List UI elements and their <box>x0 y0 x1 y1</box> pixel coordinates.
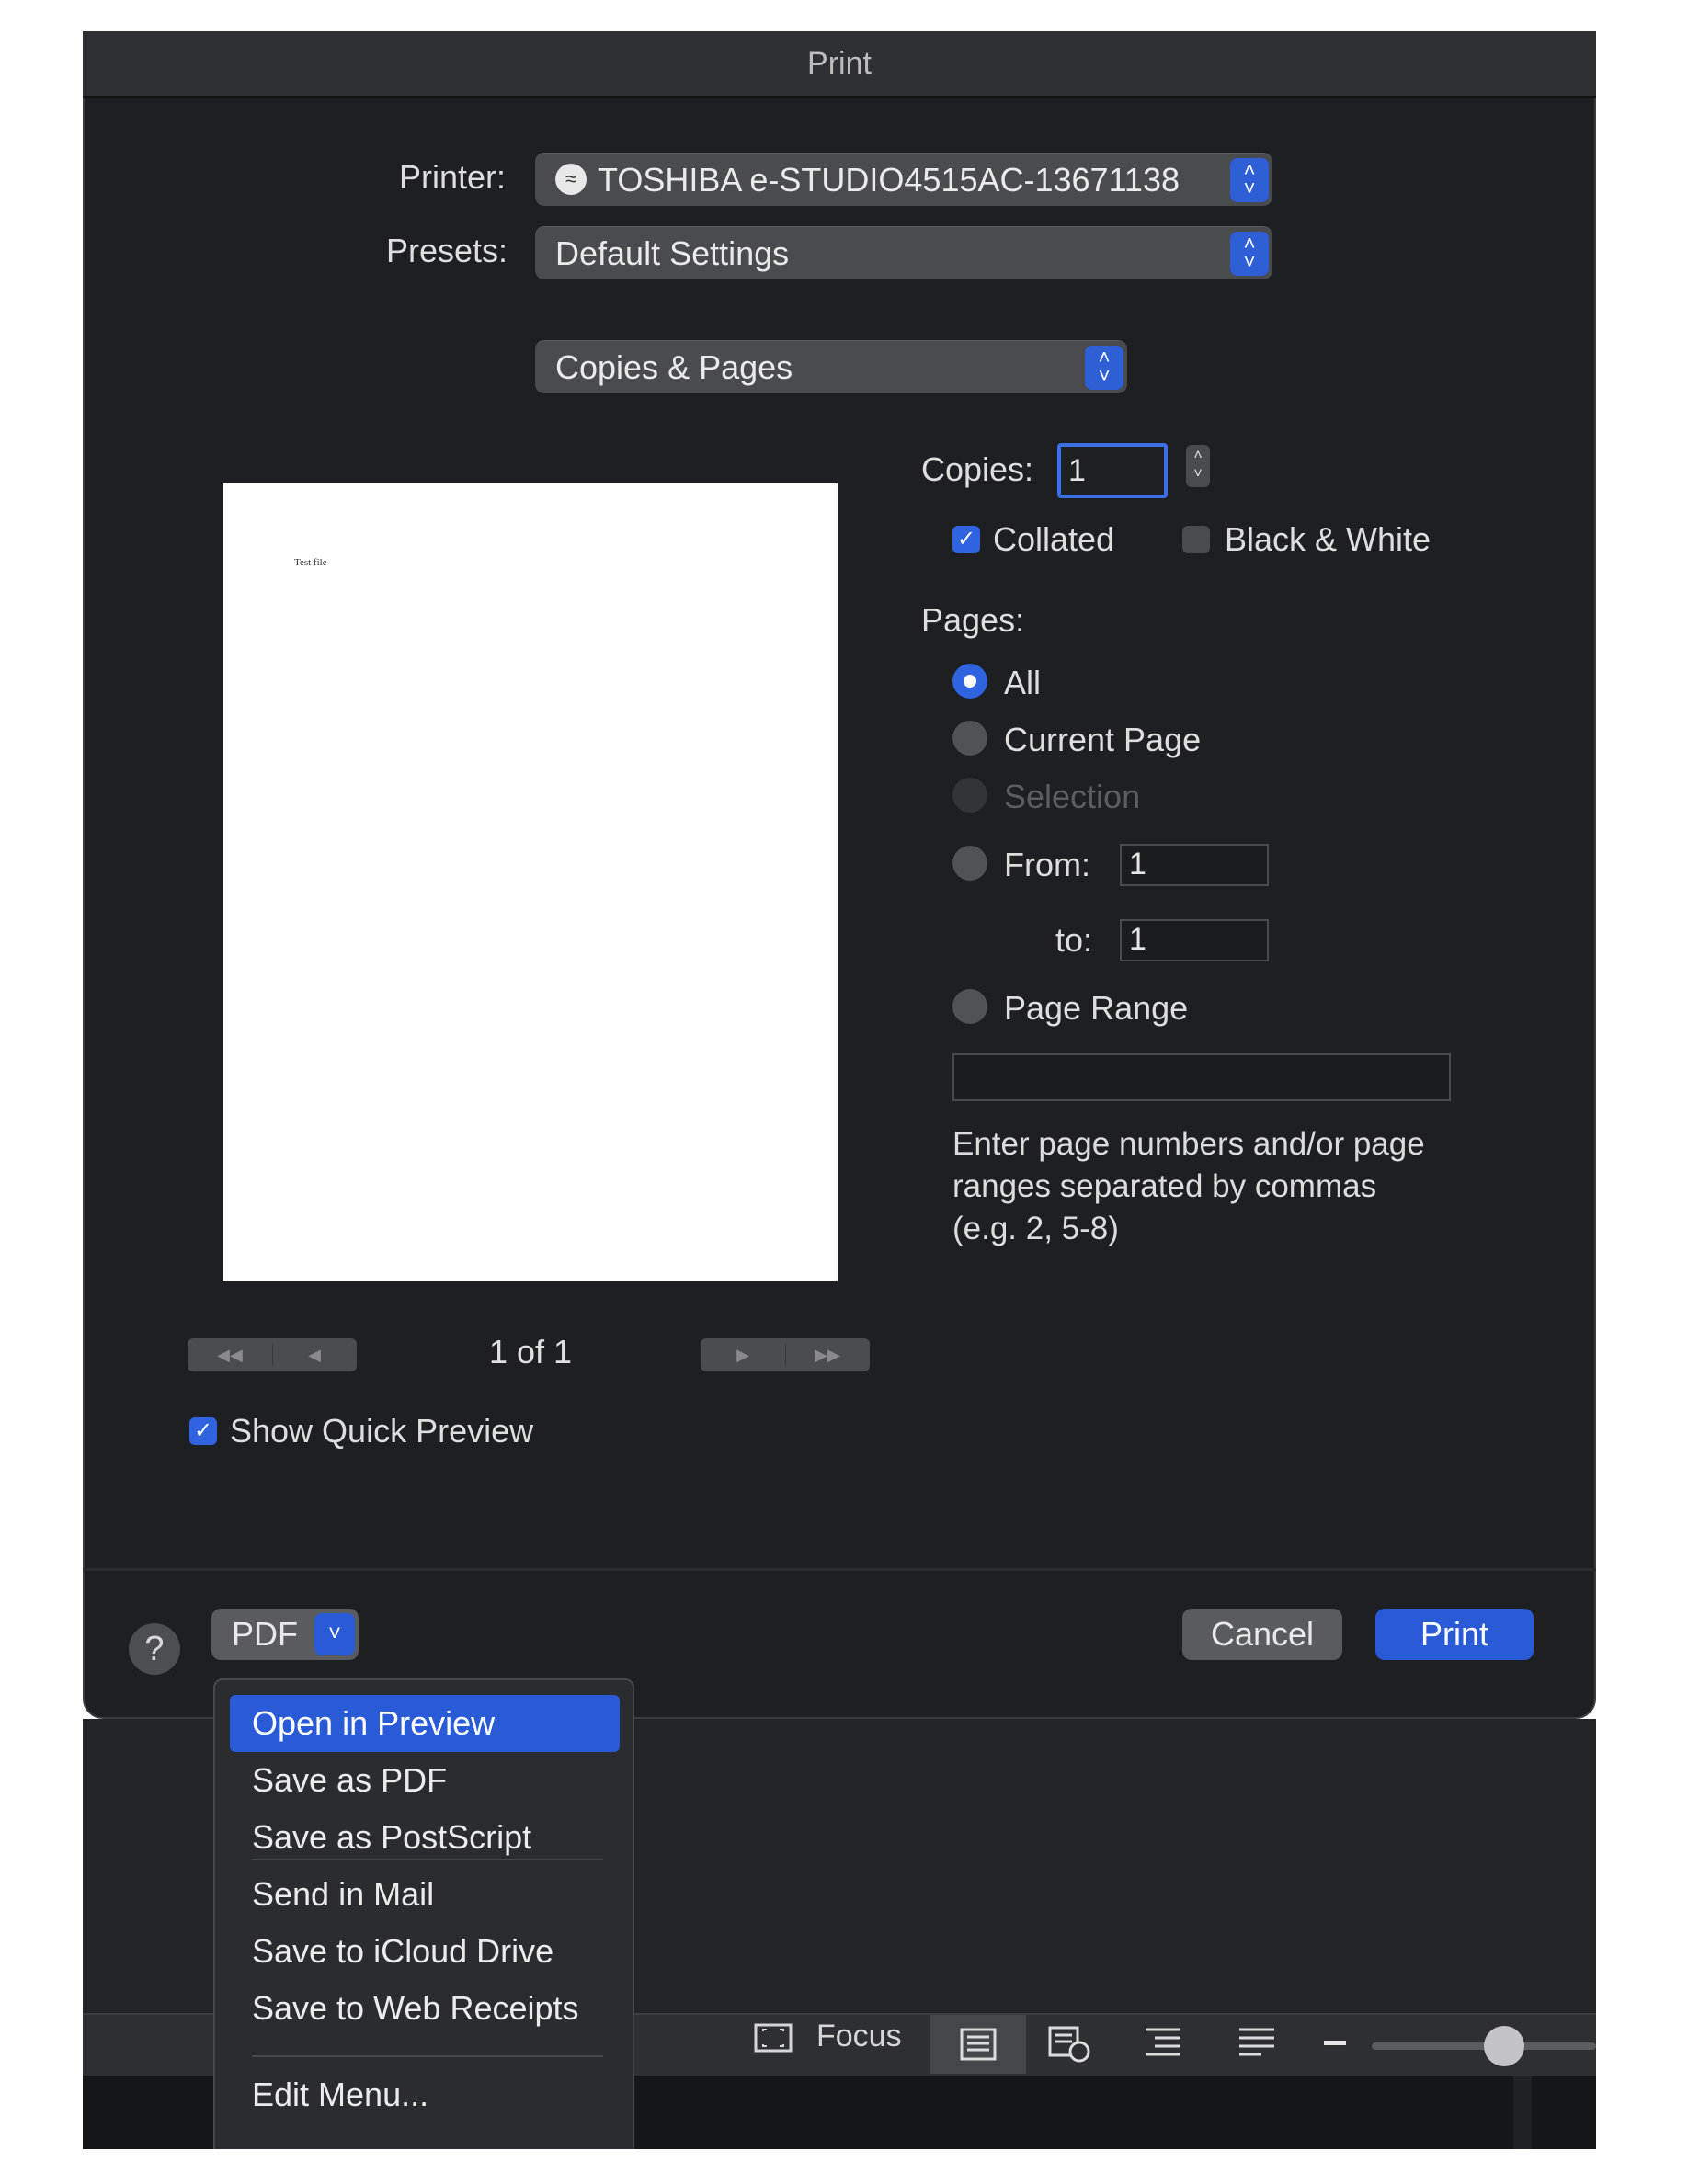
radio-from[interactable] <box>952 846 987 881</box>
focus-label[interactable]: Focus <box>816 2019 902 2054</box>
section-popup[interactable]: Copies & Pages ˄ ˅ <box>535 340 1127 393</box>
to-page-input[interactable]: 1 <box>1120 919 1269 961</box>
first-page-icon[interactable]: ◀◀ <box>188 1338 272 1371</box>
menu-item-send-in-mail[interactable]: Send in Mail <box>230 1866 620 1923</box>
section-value: Copies & Pages <box>555 348 793 386</box>
printer-label: Printer: <box>399 158 507 196</box>
window-title: Print <box>83 31 1596 98</box>
pdf-dropdown-menu: Open in Preview Save as PDF Save as Post… <box>213 1678 634 2156</box>
presets-label: Presets: <box>386 232 508 269</box>
section-stepper-icon: ˄ ˅ <box>1085 346 1123 390</box>
footer-divider <box>83 1568 1596 1571</box>
preview-forward-buttons[interactable]: ▶ ▶▶ <box>701 1338 870 1371</box>
menu-separator <box>252 2055 603 2057</box>
focus-icon[interactable] <box>754 2022 793 2062</box>
page-indicator: 1 of 1 <box>489 1333 573 1371</box>
printer-value: TOSHIBA e-STUDIO4515AC-13671138 <box>598 161 1180 199</box>
page-range-input[interactable] <box>952 1053 1451 1101</box>
radio-all[interactable] <box>952 664 987 699</box>
menu-item-open-in-preview[interactable]: Open in Preview <box>230 1695 620 1752</box>
menu-item-save-as-pdf[interactable]: Save as PDF <box>230 1752 620 1809</box>
radio-from-label: From: <box>1004 846 1090 883</box>
radio-current-page[interactable] <box>952 721 987 756</box>
presets-popup[interactable]: Default Settings ˄ ˅ <box>535 226 1272 279</box>
view-page-button[interactable] <box>930 2015 1026 2074</box>
radio-page-range[interactable] <box>952 989 987 1024</box>
menu-separator <box>252 1859 603 1860</box>
pdf-menu-button[interactable]: PDF ˅ <box>211 1609 359 1660</box>
outline-icon[interactable] <box>1144 2026 1184 2064</box>
radio-selection-label: Selection <box>1004 778 1141 815</box>
preview-document-text: Test file <box>294 557 327 568</box>
chevron-down-icon: ˅ <box>314 1613 355 1655</box>
menu-item-save-as-postscript[interactable]: Save as PostScript <box>230 1809 620 1866</box>
page-margin <box>0 2149 1688 2184</box>
from-page-input[interactable]: 1 <box>1120 844 1269 886</box>
help-button[interactable]: ? <box>129 1623 180 1675</box>
printer-stepper-icon: ˄ ˅ <box>1230 158 1269 202</box>
menu-item-save-to-web-receipts[interactable]: Save to Web Receipts <box>230 1980 620 2037</box>
radio-all-label: All <box>1004 664 1042 701</box>
to-label: to: <box>1055 921 1093 959</box>
last-page-icon[interactable]: ▶▶ <box>785 1338 870 1371</box>
radio-page-range-label: Page Range <box>1004 989 1189 1027</box>
next-page-icon[interactable]: ▶ <box>701 1338 785 1371</box>
page-range-hint: Enter page numbers and/or page ranges se… <box>952 1126 1425 1246</box>
document-settings-icon[interactable] <box>1048 2026 1090 2067</box>
radio-current-page-label: Current Page <box>1004 721 1202 758</box>
menu-item-save-to-icloud-drive[interactable]: Save to iCloud Drive <box>230 1923 620 1980</box>
collated-label: Collated <box>993 520 1115 558</box>
black-white-label: Black & White <box>1225 520 1431 558</box>
printer-popup[interactable]: ≈ TOSHIBA e-STUDIO4515AC-13671138 ˄ ˅ <box>535 153 1272 206</box>
printer-status-icon: ≈ <box>555 164 587 196</box>
previous-page-icon[interactable]: ◀ <box>272 1338 357 1371</box>
cancel-button[interactable]: Cancel <box>1182 1609 1342 1660</box>
zoom-slider-knob[interactable] <box>1484 2026 1524 2066</box>
presets-value: Default Settings <box>555 234 790 272</box>
radio-selection <box>952 778 987 813</box>
preview-back-buttons[interactable]: ◀◀ ◀ <box>188 1338 357 1371</box>
black-white-checkbox[interactable] <box>1182 526 1210 553</box>
collated-checkbox[interactable]: ✓ <box>952 526 980 553</box>
pdf-label: PDF <box>232 1615 298 1653</box>
quick-preview-label: Show Quick Preview <box>230 1412 534 1450</box>
page-view-icon <box>960 2028 997 2061</box>
background-scrollbar <box>1513 2076 1532 2149</box>
copies-label: Copies: <box>921 450 1034 488</box>
align-left-icon[interactable] <box>1237 2026 1276 2064</box>
copies-stepper-icon[interactable]: ˄ ˅ <box>1186 445 1210 487</box>
presets-stepper-icon: ˄ ˅ <box>1230 232 1269 276</box>
pages-label: Pages: <box>921 601 1025 639</box>
zoom-out-icon[interactable] <box>1324 2041 1346 2045</box>
print-button[interactable]: Print <box>1375 1609 1534 1660</box>
menu-item-edit-menu[interactable]: Edit Menu... <box>230 2066 620 2123</box>
quick-preview-checkbox[interactable]: ✓ <box>189 1417 217 1445</box>
preview-page <box>223 483 838 1281</box>
copies-input[interactable]: 1 <box>1057 443 1168 498</box>
